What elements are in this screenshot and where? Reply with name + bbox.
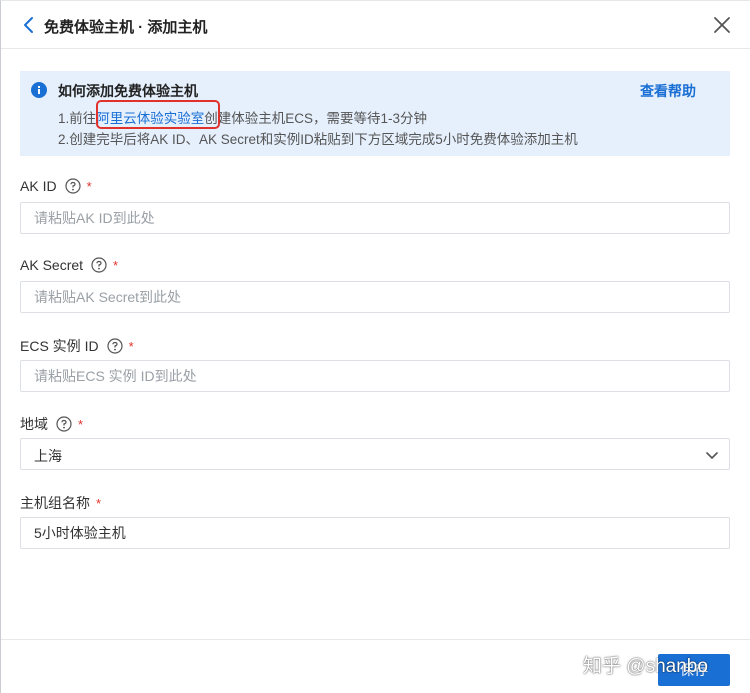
info-banner: 如何添加免费体验主机 查看帮助 1.前往阿里云体验实验室创建体验主机ECS，需要… — [20, 71, 730, 156]
required-mark: * — [86, 178, 92, 194]
ak-secret-input[interactable] — [20, 281, 730, 313]
info-step-1-prefix: 1.前往 — [58, 111, 97, 126]
required-mark: * — [128, 338, 134, 354]
ak-id-input[interactable] — [20, 202, 730, 234]
region-label: 地域 — [20, 416, 48, 432]
ak-id-label: AK ID — [20, 178, 57, 194]
region-select-value: 上海 — [34, 448, 62, 464]
question-circle-icon[interactable] — [64, 178, 81, 194]
group-name-label: 主机组名称 — [20, 495, 90, 511]
ak-id-label-row: AK ID * — [20, 178, 92, 194]
required-mark: * — [113, 257, 119, 273]
info-step-1-suffix: 创建体验主机ECS，需要等待1-3分钟 — [204, 111, 428, 126]
add-host-panel: 免费体验主机 · 添加主机 如何添加免费体验主机 查看帮助 1.前往阿里云体验实… — [0, 0, 750, 693]
page-title: 免费体验主机 · 添加主机 — [44, 19, 208, 36]
required-mark: * — [96, 495, 102, 511]
ecs-id-label: ECS 实例 ID — [20, 338, 99, 354]
host-group-name-input[interactable] — [20, 517, 730, 549]
chevron-down-icon — [706, 452, 718, 459]
back-icon[interactable] — [21, 15, 37, 35]
info-step-2: 2.创建完毕后将AK ID、AK Secret和实例ID粘贴到下方区域完成5小时… — [58, 132, 578, 147]
footer-divider — [1, 639, 750, 640]
view-help-link[interactable]: 查看帮助 — [640, 81, 696, 101]
region-select[interactable]: 上海 — [20, 438, 730, 470]
highlight-annotation — [96, 100, 220, 129]
save-button[interactable]: 保存 — [658, 654, 730, 686]
question-circle-icon[interactable] — [106, 338, 123, 354]
panel-header: 免费体验主机 · 添加主机 — [1, 1, 750, 49]
ecs-instance-id-input[interactable] — [20, 360, 730, 392]
group-name-label-row: 主机组名称 * — [20, 493, 101, 513]
region-label-row: 地域 * — [20, 414, 83, 434]
required-mark: * — [78, 416, 84, 432]
question-circle-icon[interactable] — [91, 257, 107, 273]
ecs-id-label-row: ECS 实例 ID * — [20, 336, 134, 356]
ak-secret-label-row: AK Secret * — [20, 257, 118, 273]
question-circle-icon[interactable] — [56, 416, 72, 432]
close-icon[interactable] — [711, 14, 733, 36]
info-icon — [31, 82, 47, 98]
info-title: 如何添加免费体验主机 — [58, 83, 198, 99]
ak-secret-label: AK Secret — [20, 257, 84, 273]
